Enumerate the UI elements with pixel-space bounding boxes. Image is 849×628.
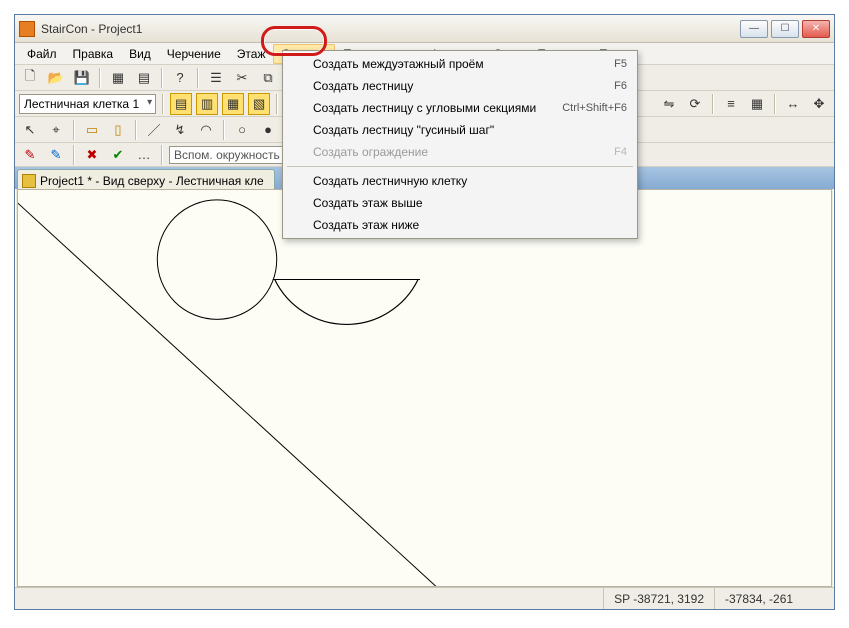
- sheet2-icon[interactable]: ▤: [133, 67, 155, 89]
- document-tab[interactable]: Project1 * - Вид сверху - Лестничная кле: [17, 169, 275, 189]
- status-coords: -37834, -261: [714, 588, 834, 609]
- menu-create-goose-stair[interactable]: Создать лестницу "гусиный шаг": [285, 119, 635, 141]
- line-tool-icon[interactable]: ／: [143, 119, 165, 141]
- stairwell-combo-value: Лестничная клетка 1: [24, 97, 139, 111]
- arc-tool-icon[interactable]: ◠: [195, 119, 217, 141]
- polyline-tool-icon[interactable]: ↯: [169, 119, 191, 141]
- document-tab-label: Project1 * - Вид сверху - Лестничная кле: [40, 174, 264, 188]
- stair-tool-1-icon[interactable]: ▤: [170, 93, 192, 115]
- stairwell-combo[interactable]: Лестничная клетка 1: [19, 94, 156, 114]
- filled-circle-icon[interactable]: ●: [257, 119, 279, 141]
- menu-create-stair[interactable]: Создать лестницу F6: [285, 75, 635, 97]
- menu-file[interactable]: Файл: [19, 44, 65, 64]
- statusbar: SP -38721, 3192 -37834, -261: [15, 587, 834, 609]
- app-icon: [19, 21, 35, 37]
- menu-drawing[interactable]: Черчение: [159, 44, 229, 64]
- app-window: StairCon - Project1 — ☐ ✕ Файл Правка Ви…: [14, 14, 835, 610]
- close-button[interactable]: ✕: [802, 20, 830, 38]
- sheet1-icon[interactable]: ▦: [107, 67, 129, 89]
- circle-tool-icon[interactable]: ○: [231, 119, 253, 141]
- open-icon[interactable]: 📂: [45, 67, 67, 89]
- pick-icon[interactable]: ⌖: [45, 119, 67, 141]
- menu-create-railing: Создать ограждение F4: [285, 141, 635, 163]
- help-icon[interactable]: ?: [169, 67, 191, 89]
- menu-create-stairwell[interactable]: Создать лестничную клетку: [285, 170, 635, 192]
- snap-icon[interactable]: ✥: [808, 93, 830, 115]
- cut-icon[interactable]: ✂: [231, 67, 253, 89]
- menu-create-corner-stair[interactable]: Создать лестницу с угловыми секциями Ctr…: [285, 97, 635, 119]
- new-icon[interactable]: 🗋: [19, 67, 41, 89]
- rect2-tool-icon[interactable]: ▯: [107, 119, 129, 141]
- marker-a-icon[interactable]: ✎: [19, 144, 41, 166]
- accept-icon[interactable]: ✔: [107, 144, 129, 166]
- menu-shortcut: F5: [614, 58, 627, 70]
- menu-shortcut: F4: [614, 146, 627, 158]
- menu-label: Создать лестницу "гусиный шаг": [313, 123, 494, 137]
- menu-create-opening[interactable]: Создать междуэтажный проём F5: [285, 53, 635, 75]
- status-sp: SP -38721, 3192: [603, 588, 714, 609]
- menu-label: Создать междуэтажный проём: [313, 57, 484, 71]
- menu-create-floor-above[interactable]: Создать этаж выше: [285, 192, 635, 214]
- create-dropdown: Создать междуэтажный проём F5 Создать ле…: [282, 50, 638, 239]
- maximize-button[interactable]: ☐: [771, 20, 799, 38]
- menu-create-floor-below[interactable]: Создать этаж ниже: [285, 214, 635, 236]
- document-tab-icon: [22, 174, 36, 188]
- rotate-icon[interactable]: ⟳: [684, 93, 706, 115]
- grid-icon[interactable]: ▦: [746, 93, 768, 115]
- reject-icon[interactable]: ✖: [81, 144, 103, 166]
- rect-tool-icon[interactable]: ▭: [81, 119, 103, 141]
- stair-tool-3-icon[interactable]: ▦: [222, 93, 244, 115]
- menu-label: Создать этаж ниже: [313, 218, 419, 232]
- drawing-canvas[interactable]: [17, 189, 832, 587]
- menu-view[interactable]: Вид: [121, 44, 159, 64]
- canvas-svg: [18, 190, 831, 586]
- menu-label: Создать лестницу: [313, 79, 413, 93]
- select-icon[interactable]: ↖: [19, 119, 41, 141]
- align-icon[interactable]: ≡: [720, 93, 742, 115]
- titlebar: StairCon - Project1 — ☐ ✕: [15, 15, 834, 43]
- menu-label: Создать лестничную клетку: [313, 174, 467, 188]
- menu-shortcut: F6: [614, 80, 627, 92]
- copy-icon[interactable]: ⧉: [257, 67, 279, 89]
- menu-label: Создать ограждение: [313, 145, 428, 159]
- save-icon[interactable]: 💾: [71, 67, 93, 89]
- minimize-button[interactable]: —: [740, 20, 768, 38]
- aux-shape-value: Вспом. окружность: [174, 148, 280, 162]
- menu-edit[interactable]: Правка: [65, 44, 122, 64]
- menu-label: Создать этаж выше: [313, 196, 423, 210]
- menu-floor[interactable]: Этаж: [229, 44, 274, 64]
- stair-tool-4-icon[interactable]: ▧: [248, 93, 270, 115]
- marker-b-icon[interactable]: ✎: [45, 144, 67, 166]
- mirror-icon[interactable]: ⇋: [658, 93, 680, 115]
- stair-tool-2-icon[interactable]: ▥: [196, 93, 218, 115]
- menu-shortcut: Ctrl+Shift+F6: [562, 102, 627, 114]
- window-title: StairCon - Project1: [41, 22, 740, 36]
- layers-icon[interactable]: ☰: [205, 67, 227, 89]
- measure-icon[interactable]: ↔: [782, 93, 804, 115]
- more-icon[interactable]: …: [133, 144, 155, 166]
- menu-label: Создать лестницу с угловыми секциями: [313, 101, 536, 115]
